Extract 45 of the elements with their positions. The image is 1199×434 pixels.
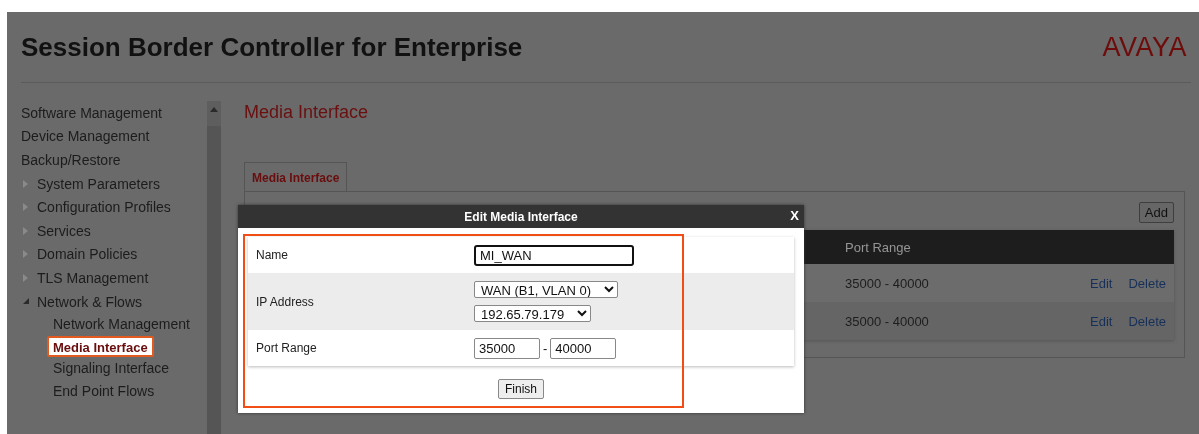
field-label: Name <box>256 248 289 262</box>
sidebar-item[interactable]: Configuration Profiles <box>37 199 171 216</box>
sidebar-item[interactable]: Services <box>37 222 91 239</box>
range-separator: - <box>543 340 548 356</box>
table-cell-text: 35000 - 40000 <box>845 313 930 329</box>
scroll-up-icon[interactable] <box>210 106 218 112</box>
column-header: Port Range <box>845 239 911 255</box>
dropdown[interactable]: WAN (B1, VLAN 0) <box>474 281 618 298</box>
scrollbar[interactable] <box>207 101 221 434</box>
expand-icon[interactable] <box>22 179 30 188</box>
name-field[interactable]: MI_WAN <box>474 244 634 266</box>
dialog-title: Edit Media Interface <box>464 209 578 224</box>
page-title: Media Interface <box>244 102 370 123</box>
sidebar-item[interactable]: Device Management <box>21 128 150 145</box>
edit-link[interactable]: Edit <box>1090 275 1113 291</box>
sidebar-item[interactable]: Network & Flows <box>37 293 143 310</box>
expand-icon[interactable] <box>22 203 30 212</box>
table-cell-text: 35000 - 40000 <box>845 275 930 291</box>
add-button[interactable]: Add <box>1138 202 1174 223</box>
sidebar-item[interactable]: Backup/Restore <box>21 152 121 168</box>
delete-link[interactable]: Delete <box>1128 275 1166 291</box>
sidebar-item[interactable]: Media Interface <box>47 336 154 358</box>
collapse-icon[interactable] <box>22 297 30 306</box>
sidebar-item[interactable]: System Parameters <box>37 175 160 192</box>
sidebar-item[interactable]: Software Management <box>21 104 162 121</box>
dropdown[interactable]: 192.65.79.179 <box>474 305 591 322</box>
port-end-field[interactable]: 40000 <box>550 337 617 359</box>
field-label: IP Address <box>256 294 315 309</box>
sidebar-item[interactable]: Signaling Interface <box>47 357 175 381</box>
expand-icon[interactable] <box>22 250 30 259</box>
sidebar-item[interactable]: TLS Management <box>37 269 149 286</box>
close-button[interactable]: X <box>789 208 800 223</box>
app-title: Session Border Controller for Enterprise <box>21 31 523 63</box>
edit-link[interactable]: Edit <box>1090 313 1113 329</box>
sidebar-item[interactable]: Domain Policies <box>37 246 138 263</box>
sidebar-item[interactable]: End Point Flows <box>47 380 161 404</box>
brand-logo: AVAYA <box>1102 31 1187 63</box>
expand-icon[interactable] <box>22 273 30 282</box>
expand-icon[interactable] <box>22 226 30 235</box>
delete-link[interactable]: Delete <box>1128 313 1166 329</box>
field-label: Port Range <box>256 341 318 355</box>
tab[interactable]: Media Interface <box>244 162 348 191</box>
finish-button[interactable]: Finish <box>498 379 544 399</box>
sidebar-item[interactable]: Network Management <box>47 313 196 337</box>
port-start-field[interactable]: 35000 <box>474 337 540 359</box>
